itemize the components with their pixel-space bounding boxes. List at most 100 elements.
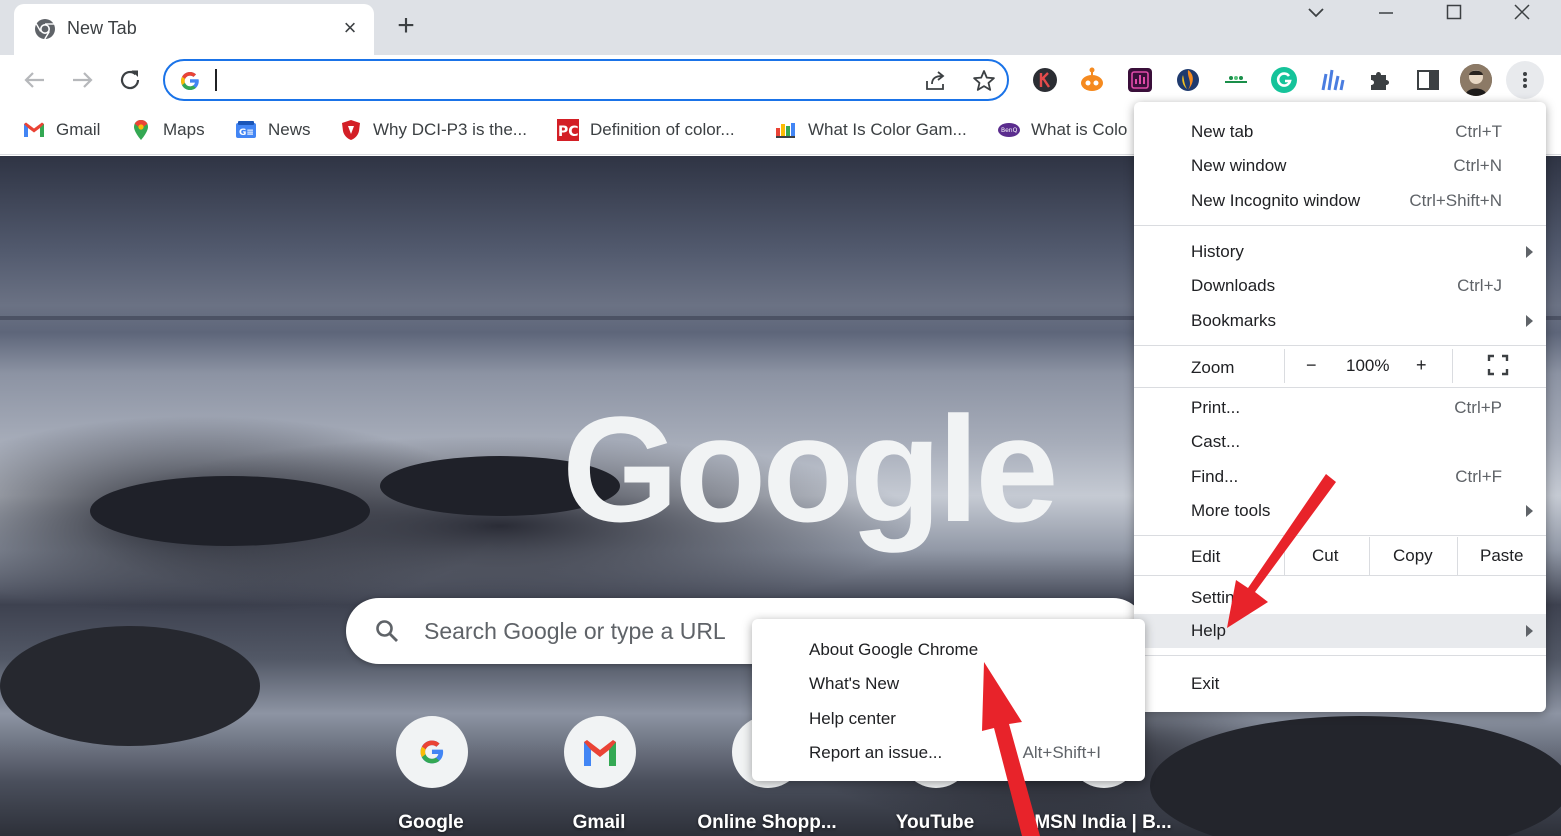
share-button[interactable] xyxy=(923,68,949,99)
menu-item-label: Zoom xyxy=(1191,358,1235,377)
bookmark-news[interactable]: G≡ News xyxy=(234,118,311,142)
menu-separator xyxy=(1284,537,1285,575)
bookmark-label: Gmail xyxy=(56,120,101,139)
menu-item-about-chrome[interactable]: About Google Chrome xyxy=(752,634,1145,668)
forward-button[interactable] xyxy=(67,65,97,95)
menu-item-find[interactable]: Find... Ctrl+F xyxy=(1134,460,1546,494)
extension-robot-button[interactable] xyxy=(1077,65,1107,95)
menu-item-exit[interactable]: Exit xyxy=(1134,667,1546,701)
bookmark-label: What Is Color Gam... xyxy=(808,120,967,139)
tab-new-tab[interactable]: New Tab × xyxy=(14,4,374,55)
extensions-button[interactable] xyxy=(1365,65,1395,95)
address-bar[interactable] xyxy=(163,59,1009,101)
menu-dot-icon xyxy=(1523,72,1527,76)
menu-separator xyxy=(1134,535,1546,536)
chrome-menu-button[interactable] xyxy=(1506,61,1544,99)
bookmark-dci-p3[interactable]: Why DCI-P3 is the... xyxy=(339,118,527,142)
extension-flame-button[interactable] xyxy=(1173,65,1203,95)
side-panel-button[interactable] xyxy=(1413,65,1443,95)
shortcut-label: MSN India | B... xyxy=(1034,812,1172,833)
submenu-arrow-icon xyxy=(1526,625,1533,637)
share-icon xyxy=(926,71,945,90)
fullscreen-button[interactable] xyxy=(1486,353,1510,382)
close-window-button[interactable] xyxy=(1500,2,1544,26)
menu-item-print[interactable]: Print... Ctrl+P xyxy=(1134,391,1546,425)
new-tab-button[interactable]: + xyxy=(392,11,420,41)
reload-button[interactable] xyxy=(115,65,145,95)
flame-icon xyxy=(1177,69,1199,91)
shortcut-google[interactable]: Google xyxy=(346,716,516,836)
bookmark-what-is-color[interactable]: BenQ What is Colo xyxy=(997,118,1127,142)
menu-separator xyxy=(1134,345,1546,346)
menu-separator xyxy=(1134,225,1546,226)
menu-item-label: Find... xyxy=(1191,467,1239,486)
extension-bars-button[interactable] xyxy=(1317,65,1347,95)
robot-icon xyxy=(1081,67,1103,91)
maximize-button[interactable] xyxy=(1432,2,1476,26)
menu-item-shortcut: Ctrl+J xyxy=(1457,276,1502,295)
back-button[interactable] xyxy=(20,65,50,95)
shortcut-tile xyxy=(396,716,468,788)
shortcut-label: Google xyxy=(398,812,464,833)
search-placeholder: Search Google or type a URL xyxy=(424,618,726,644)
cut-button[interactable]: Cut xyxy=(1312,546,1338,566)
chevron-down-icon xyxy=(1308,8,1324,18)
menu-item-label: New Incognito window xyxy=(1191,191,1361,210)
menu-dot-icon xyxy=(1523,84,1527,88)
avatar-icon xyxy=(1460,64,1492,96)
menu-item-bookmarks[interactable]: Bookmarks xyxy=(1134,304,1546,338)
menu-item-new-incognito-window[interactable]: New Incognito window Ctrl+Shift+N xyxy=(1134,184,1546,218)
background-rock xyxy=(90,476,370,546)
menu-separator xyxy=(1134,655,1546,656)
benq-icon: BenQ xyxy=(998,123,1020,137)
shortcut-label: Online Shopp... xyxy=(697,812,837,833)
zoom-out-button[interactable]: − xyxy=(1306,355,1317,376)
menu-item-downloads[interactable]: Downloads Ctrl+J xyxy=(1134,269,1546,303)
menu-item-help[interactable]: Help xyxy=(1134,614,1546,648)
bookmark-definition-color[interactable]: PC Definition of color... xyxy=(556,118,735,142)
menu-separator xyxy=(1457,537,1458,575)
zoom-in-button[interactable]: + xyxy=(1416,355,1427,376)
arrow-right-icon xyxy=(73,72,93,88)
extension-grammarly-button[interactable] xyxy=(1269,65,1299,95)
minimize-button[interactable] xyxy=(1364,2,1408,26)
extension-stats-button[interactable] xyxy=(1125,65,1155,95)
tab-search-button[interactable] xyxy=(1294,2,1338,26)
copy-button[interactable]: Copy xyxy=(1393,546,1433,566)
menu-item-more-tools[interactable]: More tools xyxy=(1134,494,1546,528)
menu-item-label: About Google Chrome xyxy=(809,640,979,659)
bookmark-label: Maps xyxy=(163,120,205,139)
bookmark-star-button[interactable] xyxy=(971,68,997,99)
omnibox-caret xyxy=(215,69,217,91)
bookmark-maps[interactable]: Maps xyxy=(129,118,205,142)
menu-item-new-window[interactable]: New window Ctrl+N xyxy=(1134,149,1546,183)
menu-item-new-tab[interactable]: New tab Ctrl+T xyxy=(1134,115,1546,149)
menu-item-label: Bookmarks xyxy=(1191,311,1277,330)
news-icon: G≡ xyxy=(236,121,256,138)
paste-button[interactable]: Paste xyxy=(1480,546,1523,566)
google-g-icon xyxy=(179,70,201,97)
bookmark-color-gamut[interactable]: What Is Color Gam... xyxy=(774,118,967,142)
bookmark-gmail[interactable]: Gmail xyxy=(22,118,100,142)
menu-item-cast[interactable]: Cast... xyxy=(1134,425,1546,459)
menu-item-label: Help xyxy=(1191,621,1226,640)
background-rock xyxy=(0,626,260,746)
menu-item-whats-new[interactable]: What's New xyxy=(752,668,1145,702)
menu-item-report-issue[interactable]: Report an issue... Alt+Shift+I xyxy=(752,737,1145,771)
extension-k-button[interactable] xyxy=(1030,65,1060,95)
extension-tools-button[interactable] xyxy=(1221,65,1251,95)
menu-item-settings[interactable]: Settings xyxy=(1134,581,1546,615)
menu-item-history[interactable]: History xyxy=(1134,235,1546,269)
bar-chart-icon xyxy=(1128,68,1152,92)
menu-item-help-center[interactable]: Help center xyxy=(752,703,1145,737)
maps-icon xyxy=(134,120,148,140)
puzzle-icon xyxy=(1371,72,1389,90)
shortcut-tile xyxy=(564,716,636,788)
profile-avatar[interactable] xyxy=(1460,64,1492,96)
star-icon xyxy=(973,70,995,91)
search-icon xyxy=(374,618,400,649)
shortcut-gmail[interactable]: Gmail xyxy=(514,716,684,836)
bookmark-label: News xyxy=(268,120,311,139)
tab-close-button[interactable]: × xyxy=(338,17,362,41)
menu-item-label: Help center xyxy=(809,709,896,728)
